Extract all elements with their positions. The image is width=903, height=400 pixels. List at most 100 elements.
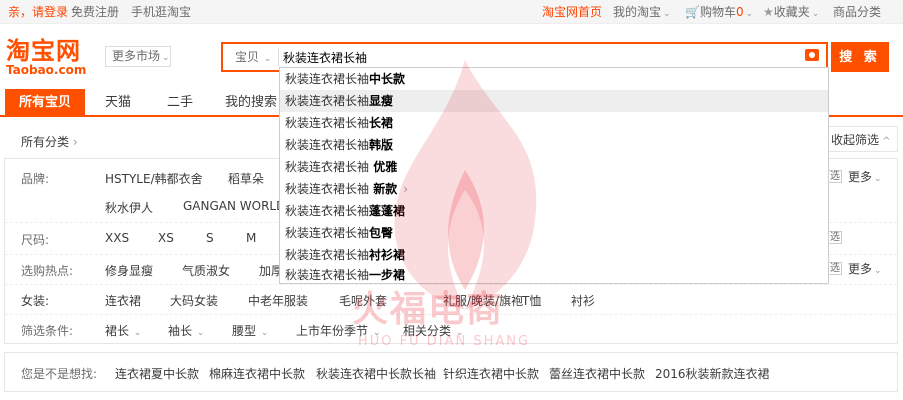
search-scope-select[interactable]: 宝贝 ⌄ (225, 44, 277, 70)
suggestion-suffix: 韩版 (369, 138, 394, 152)
chevron-down-icon: ⌄ (194, 328, 205, 338)
search-scope-label: 宝贝 (235, 50, 260, 64)
register-link[interactable]: 免费注册 (71, 0, 119, 24)
favorites-link[interactable]: ★收藏夹 ⌄ (763, 0, 819, 26)
related-link[interactable]: 针织连衣裙中长款 (443, 365, 539, 382)
size-option[interactable]: XXS (105, 231, 129, 245)
search-button[interactable]: 搜 索 (831, 42, 889, 72)
breadcrumb-label: 所有分类 (21, 135, 70, 149)
women-option[interactable]: 连衣裙 (105, 292, 141, 309)
suggestion-prefix: 秋装连衣裙长袖 (285, 226, 370, 240)
cart-count: 0 (735, 5, 744, 19)
suggestion-suffix: 蓬蓬裙 (369, 204, 406, 218)
brand-option[interactable]: GANGAN WORLD/l (183, 199, 293, 213)
multi-select-button[interactable]: 选 (828, 262, 842, 275)
suggestion-prefix: 秋装连衣裙长袖 (285, 160, 370, 174)
suggestion-item[interactable]: 秋装连衣裙长袖 新款 › (280, 178, 828, 200)
multi-select-button[interactable]: 选 (828, 231, 842, 244)
conditions-label: 筛选条件: (21, 324, 74, 338)
chevron-down-icon: ⌄ (663, 9, 671, 19)
size-option[interactable]: M (246, 231, 256, 245)
mobile-taobao-link[interactable]: 手机逛淘宝 (131, 0, 191, 24)
tab-secondhand[interactable]: 二手 (155, 89, 205, 117)
women-option[interactable]: 中老年服装 (248, 292, 308, 309)
suggestion-item[interactable]: 秋装连衣裙长袖包臀 (280, 222, 828, 244)
camera-icon[interactable] (805, 49, 819, 61)
divider (278, 48, 279, 66)
suggestion-suffix: 衬衫裙 (369, 248, 406, 262)
tab-tmall[interactable]: 天猫 (93, 89, 143, 117)
size-label: 尺码: (21, 233, 50, 247)
condition-dropdown[interactable]: 袖长 ⌄ (168, 322, 204, 339)
related-link[interactable]: 蕾丝连衣裙中长款 (549, 365, 645, 382)
brand-option[interactable]: HSTYLE/韩都衣舍 (105, 170, 203, 187)
chevron-up-icon: ^ (879, 136, 891, 147)
suggestion-suffix: 中长款 (369, 72, 406, 86)
watermark-subtitle: HUO FU DIAN SHANG (358, 334, 531, 349)
logo-cn: 淘宝网 (6, 36, 81, 65)
login-link[interactable]: 亲，请登录 (8, 0, 68, 24)
suggestion-suffix: 新款 (369, 182, 398, 196)
suggestion-item[interactable]: 秋装连衣裙长袖韩版 (280, 134, 828, 156)
chevron-down-icon: ⌄ (258, 328, 269, 338)
brand-option[interactable]: 稻草朵 (228, 170, 264, 187)
condition-label: 袖长 (168, 324, 193, 338)
suggestion-suffix: 包臀 (369, 226, 394, 240)
condition-dropdown[interactable]: 腰型 ⌄ (232, 322, 268, 339)
my-taobao-link[interactable]: 我的淘宝 ⌄ (613, 0, 671, 26)
suggestion-item[interactable]: 秋装连衣裙长袖长裙 (280, 112, 828, 134)
chevron-right-icon: › (403, 182, 409, 196)
suggestion-prefix: 秋装连衣裙长袖 (285, 116, 370, 130)
suggestion-item[interactable]: 秋装连衣裙长袖中长款 (280, 68, 828, 90)
suggestion-item[interactable]: 秋装连衣裙长袖衬衫裙 (280, 244, 828, 266)
related-link[interactable]: 连衣裙夏中长款 (115, 365, 199, 382)
more-hots-button[interactable]: 更多 ⌄ (848, 260, 882, 277)
tab-all-items[interactable]: 所有宝贝 (5, 89, 85, 117)
women-option[interactable]: 衬衫 (571, 292, 595, 309)
related-link[interactable]: 秋装连衣裙中长款长袖 (316, 365, 436, 382)
chevron-right-icon: › (69, 135, 78, 149)
suggestion-prefix: 秋装连衣裙长袖 (285, 204, 370, 218)
categories-link[interactable]: 商品分类 (833, 0, 881, 24)
suggestion-suffix: 显瘦 (369, 94, 394, 108)
breadcrumb[interactable]: 所有分类 › (21, 133, 78, 150)
collapse-filter-button[interactable]: 收起筛选 ^ (826, 126, 898, 152)
home-link[interactable]: 淘宝网首页 (542, 0, 602, 24)
suggestion-suffix: 长裙 (369, 116, 394, 130)
chevron-down-icon: ⌄ (874, 266, 882, 276)
collapse-filter-label: 收起筛选 (831, 133, 880, 147)
suggestion-item[interactable]: 秋装连衣裙长袖 优雅 (280, 156, 828, 178)
suggestion-suffix: 优雅 (369, 160, 398, 174)
chevron-down-icon: ⌄ (261, 54, 272, 64)
related-label: 您是不是想找: (21, 367, 98, 381)
chevron-down-icon: ⌄ (131, 328, 142, 338)
hot-option[interactable]: 修身显瘦 (105, 262, 153, 279)
hot-option[interactable]: 气质淑女 (182, 262, 230, 279)
suggestion-prefix: 秋装连衣裙长袖 (285, 94, 370, 108)
cart-link[interactable]: 🛒购物车0 ⌄ (685, 0, 753, 26)
suggestion-item[interactable]: 秋装连衣裙长袖显瘦 (280, 90, 828, 112)
women-label: 女装: (21, 294, 50, 308)
more-market-dropdown[interactable]: 更多市场 ⌄ (105, 46, 171, 67)
women-option[interactable]: 大码女装 (170, 292, 218, 309)
suggestion-item[interactable]: 秋装连衣裙长袖蓬蓬裙 (280, 200, 828, 222)
size-option[interactable]: S (206, 231, 214, 245)
more-label: 更多 (848, 170, 873, 184)
condition-label: 腰型 (232, 324, 257, 338)
size-option[interactable]: XS (158, 231, 174, 245)
more-brands-button[interactable]: 更多 ⌄ (848, 168, 882, 185)
tab-my-search[interactable]: 我的搜索 (218, 89, 284, 117)
suggestion-prefix: 秋装连衣裙长袖 (285, 182, 370, 196)
chevron-down-icon: ⌄ (811, 9, 820, 19)
multi-select-button[interactable]: 选 (828, 170, 842, 183)
related-link[interactable]: 棉麻连衣裙中长款 (209, 365, 305, 382)
brand-option[interactable]: 秋水伊人 (105, 199, 153, 216)
condition-dropdown[interactable]: 裙长 ⌄ (105, 322, 141, 339)
taobao-logo[interactable]: 淘宝网 Taobao.com (6, 38, 96, 78)
brand-label: 品牌: (21, 172, 50, 186)
suggestion-prefix: 秋装连衣裙长袖 (285, 248, 370, 262)
more-label: 更多 (848, 262, 873, 276)
chevron-down-icon: ⌄ (162, 53, 170, 63)
more-market-label: 更多市场 (112, 49, 161, 63)
related-link[interactable]: 2016秋装新款连衣裙 (655, 365, 770, 382)
